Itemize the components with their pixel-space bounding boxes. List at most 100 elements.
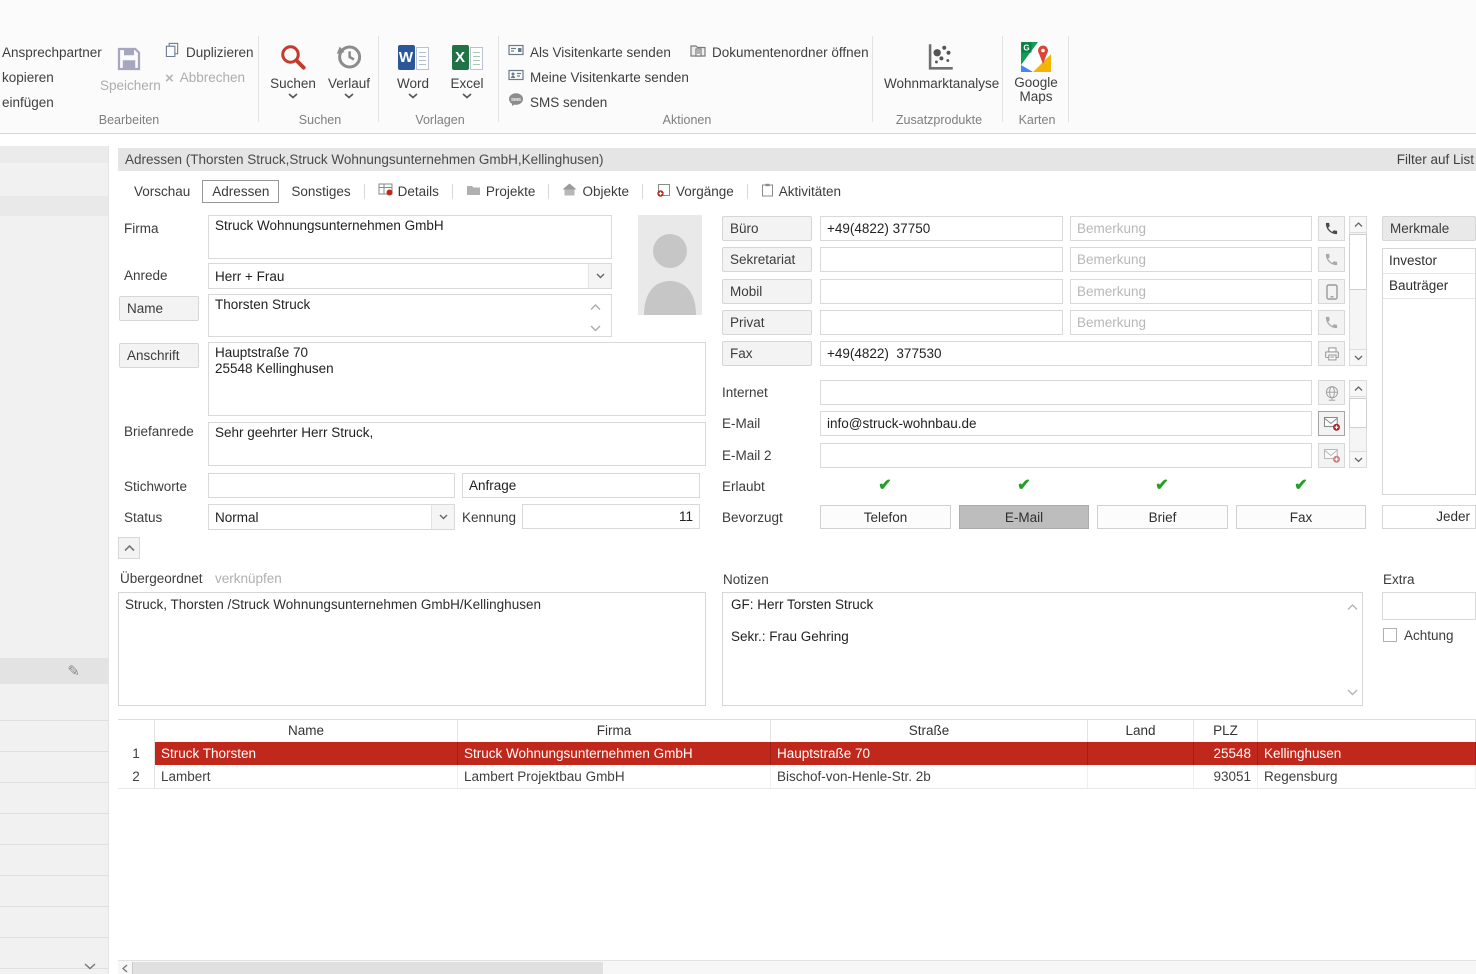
phone-scrollbar[interactable]	[1349, 216, 1367, 366]
internet-scroll-down[interactable]	[1349, 451, 1367, 468]
allowed-email-check[interactable]: ✔	[1009, 475, 1039, 495]
cell-name[interactable]: Lambert	[155, 765, 458, 789]
call-mobil-button[interactable]	[1318, 279, 1345, 304]
mobil-field-button[interactable]: Mobil	[722, 279, 812, 304]
name-scroll-down[interactable]	[590, 320, 601, 335]
verknuepfen-link[interactable]: verknüpfen	[215, 571, 282, 586]
call-buero-button[interactable]	[1318, 216, 1345, 241]
new-email-button[interactable]	[1318, 411, 1345, 436]
stichworte-input[interactable]	[208, 473, 455, 498]
notizen-input[interactable]	[725, 595, 1335, 701]
cell-land[interactable]	[1088, 742, 1194, 765]
sidebar-edit-row[interactable]: ✎	[0, 658, 108, 684]
privat-field-button[interactable]: Privat	[722, 310, 812, 335]
call-sekretariat-button[interactable]	[1318, 247, 1345, 272]
collapse-section-button[interactable]	[118, 537, 140, 559]
cell-firma[interactable]: Lambert Projektbau GmbH	[458, 765, 771, 789]
send-my-vcard-button[interactable]: Meine Visitenkarte senden	[508, 67, 689, 89]
merkmal-item[interactable]: Bauträger	[1383, 274, 1475, 299]
open-website-button[interactable]	[1318, 380, 1345, 405]
cancel-button[interactable]: × Abbrechen	[165, 67, 245, 89]
preferred-fax-button[interactable]: Fax	[1236, 505, 1366, 529]
preferred-email-button[interactable]: E-Mail	[959, 505, 1089, 529]
buero-remark-input[interactable]	[1070, 216, 1312, 241]
achtung-checkbox[interactable]	[1383, 628, 1397, 642]
word-button[interactable]: W Word	[386, 40, 440, 99]
col-name[interactable]: Name	[155, 719, 458, 743]
internet-scroll-thumb[interactable]	[1349, 398, 1367, 428]
kennung-input[interactable]	[522, 504, 700, 529]
name-input[interactable]	[208, 294, 612, 337]
cell-ort[interactable]: Regensburg	[1258, 765, 1476, 789]
preferred-brief-button[interactable]: Brief	[1097, 505, 1228, 529]
chevron-down-icon[interactable]	[588, 264, 611, 288]
cell-strasse[interactable]: Bischof-von-Henle-Str. 2b	[771, 765, 1088, 789]
scroll-thumb[interactable]	[132, 962, 603, 974]
cell-plz[interactable]: 25548	[1194, 742, 1258, 765]
allowed-fax-check[interactable]: ✔	[1286, 475, 1316, 495]
mobil-input[interactable]	[820, 279, 1063, 304]
table-row[interactable]: 1 Struck Thorsten Struck Wohnungsunterne…	[118, 742, 1476, 765]
send-fax-button[interactable]	[1318, 341, 1345, 366]
col-rownum[interactable]	[118, 719, 155, 743]
send-vcard-button[interactable]: Als Visitenkarte senden	[508, 42, 671, 64]
uebergeordnet-list[interactable]: Struck, Thorsten /Struck Wohnungsunterne…	[118, 592, 706, 706]
merkmale-list[interactable]: Investor Bauträger	[1382, 248, 1476, 495]
send-sms-button[interactable]: SMS SMS senden	[508, 92, 607, 114]
tab-vorschau[interactable]: Vorschau	[124, 180, 200, 203]
anschrift-input[interactable]	[208, 342, 706, 416]
email2-input[interactable]	[820, 443, 1312, 468]
table-row[interactable]: 2 Lambert Lambert Projektbau GmbH Bischo…	[118, 765, 1476, 789]
email-input[interactable]	[820, 411, 1312, 436]
cell-strasse[interactable]: Hauptstraße 70	[771, 742, 1088, 765]
chevron-down-icon[interactable]	[431, 505, 454, 529]
internet-scroll-up[interactable]	[1349, 380, 1367, 397]
col-firma[interactable]: Firma	[458, 719, 771, 743]
name-field-button[interactable]: Name	[119, 296, 199, 321]
save-button[interactable]: Speichern	[100, 42, 158, 93]
cell-plz[interactable]: 93051	[1194, 765, 1258, 789]
kopieren-button[interactable]: kopieren	[2, 67, 54, 89]
anschrift-field-button[interactable]: Anschrift	[119, 343, 199, 368]
horizontal-scrollbar[interactable]	[118, 960, 1476, 974]
col-ort[interactable]	[1258, 719, 1476, 743]
tab-details[interactable]: Details	[368, 179, 449, 203]
internet-input[interactable]	[820, 380, 1312, 405]
avatar[interactable]	[638, 215, 702, 315]
phone-scroll-thumb[interactable]	[1349, 234, 1367, 290]
sekretariat-remark-input[interactable]	[1070, 247, 1312, 272]
sekretariat-field-button[interactable]: Sekretariat	[722, 247, 812, 272]
left-sidebar[interactable]: ✎	[0, 146, 109, 974]
einfuegen-button[interactable]: einfügen	[2, 92, 54, 114]
phone-scroll-down[interactable]	[1349, 349, 1367, 366]
col-land[interactable]: Land	[1088, 719, 1194, 743]
excel-button[interactable]: X Excel	[440, 40, 494, 99]
tab-projekte[interactable]: Projekte	[456, 180, 546, 203]
cell-land[interactable]	[1088, 765, 1194, 789]
status-select[interactable]: Normal	[208, 504, 455, 530]
buero-input[interactable]	[820, 216, 1063, 241]
privat-input[interactable]	[820, 310, 1063, 335]
allowed-telefon-check[interactable]: ✔	[870, 475, 900, 495]
cell-ort[interactable]: Kellinghusen	[1258, 742, 1476, 765]
fax-input[interactable]	[820, 341, 1312, 366]
sekretariat-input[interactable]	[820, 247, 1063, 272]
new-email2-button[interactable]	[1318, 443, 1345, 468]
mobil-remark-input[interactable]	[1070, 279, 1312, 304]
privat-remark-input[interactable]	[1070, 310, 1312, 335]
firma-input[interactable]	[208, 215, 612, 259]
col-strasse[interactable]: Straße	[771, 719, 1088, 743]
col-plz[interactable]: PLZ	[1194, 719, 1258, 743]
sidebar-collapse-chevron[interactable]	[84, 958, 96, 973]
cell-name[interactable]: Struck Thorsten	[155, 742, 458, 765]
call-privat-button[interactable]	[1318, 310, 1345, 335]
tab-objekte[interactable]: Objekte	[552, 179, 639, 203]
name-scroll-up[interactable]	[590, 299, 601, 314]
tab-adressen[interactable]: Adressen	[202, 180, 279, 203]
extra-input[interactable]	[1382, 592, 1476, 620]
phone-scroll-up[interactable]	[1349, 216, 1367, 233]
search-button[interactable]: Suchen	[266, 40, 320, 99]
wohnmarktanalyse-button[interactable]: Wohnmarktanalyse	[884, 40, 996, 91]
preferred-telefon-button[interactable]: Telefon	[820, 505, 951, 529]
briefanrede-input[interactable]	[208, 422, 706, 466]
